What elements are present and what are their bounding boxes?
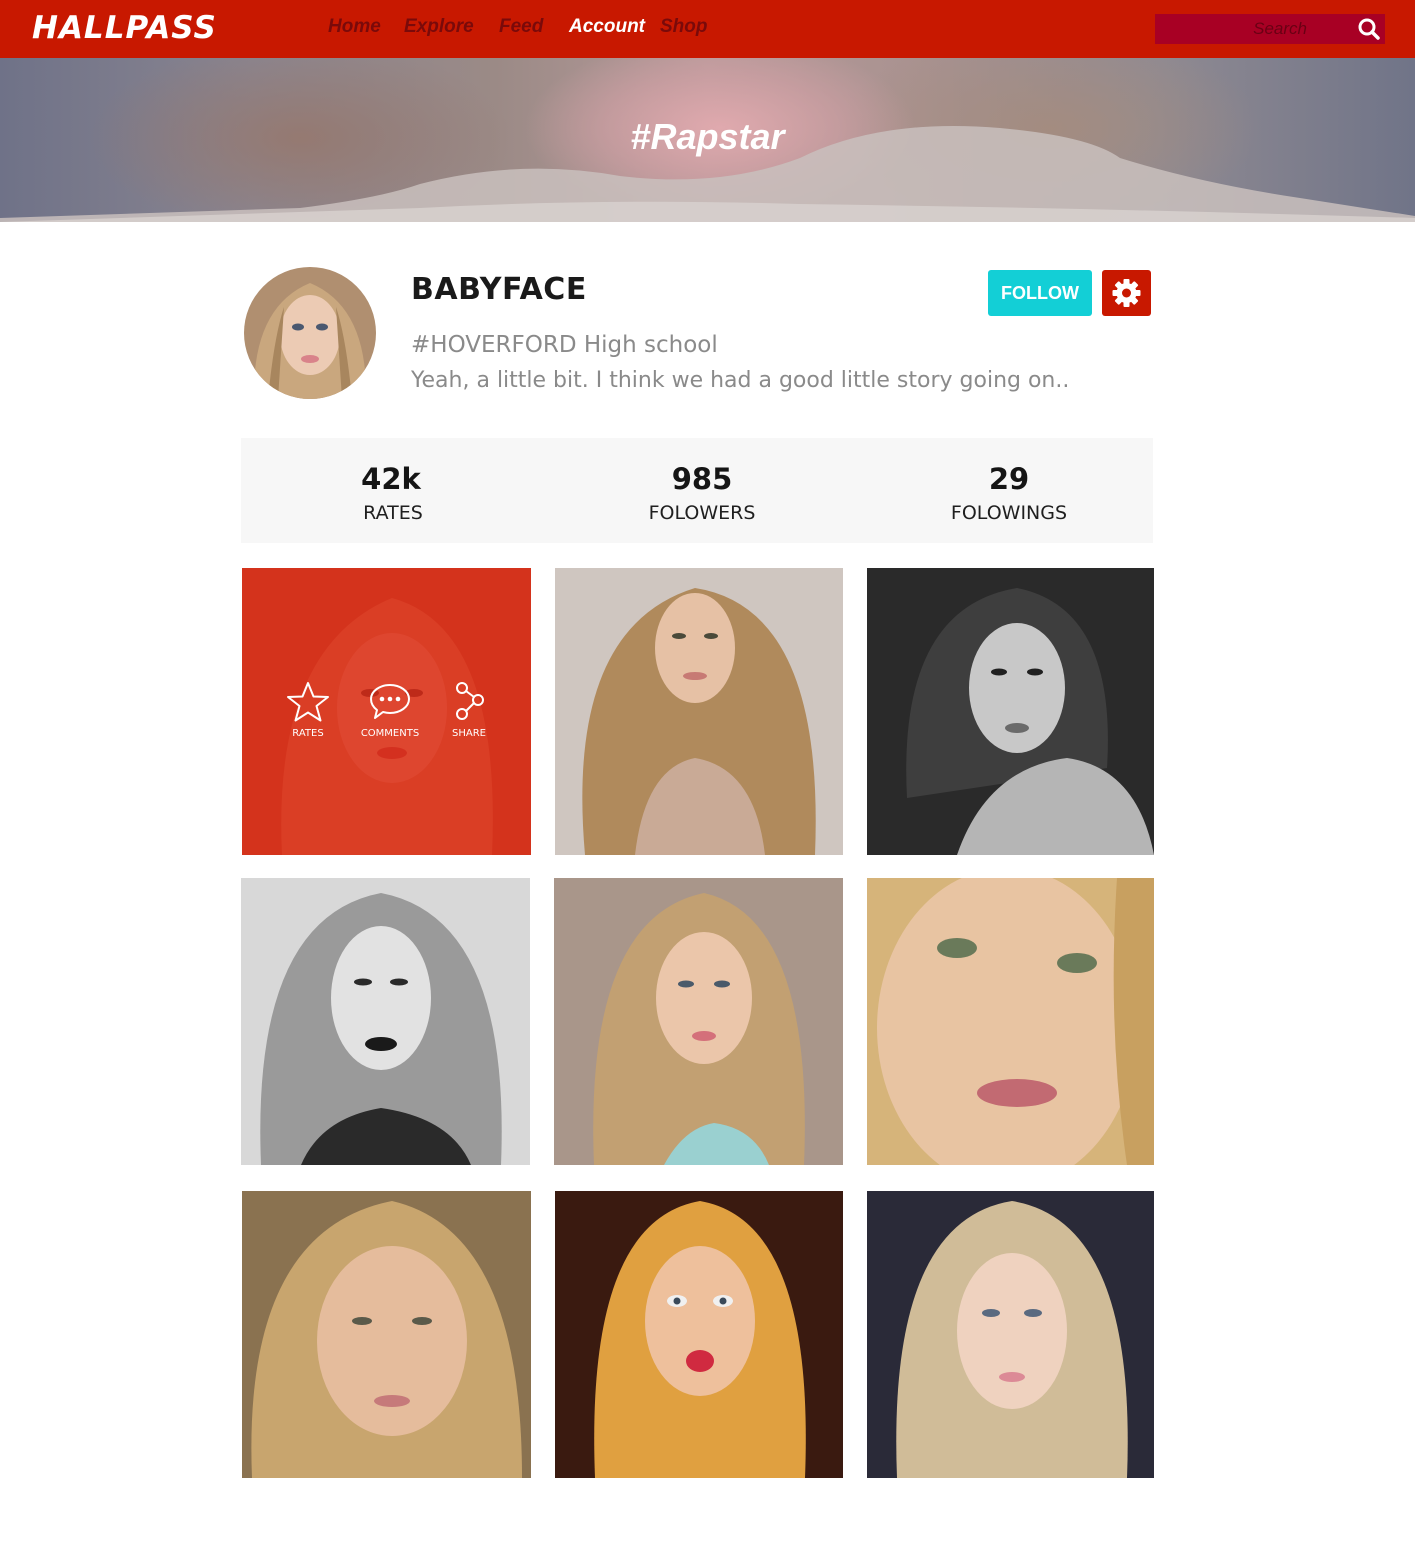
comment-action-label: COMMENTS	[360, 728, 420, 739]
star-icon	[287, 682, 329, 722]
hero-banner: #Rapstar	[0, 58, 1415, 222]
photo-tile[interactable]	[867, 568, 1154, 855]
photo-tile[interactable]	[867, 1191, 1154, 1478]
search-icon[interactable]	[1357, 17, 1381, 41]
photo-image	[867, 1191, 1154, 1478]
photo-image	[867, 878, 1154, 1165]
profile-school: #HOVERFORD High school	[411, 332, 718, 358]
avatar[interactable]	[244, 267, 376, 399]
stat-label: RATES	[363, 502, 423, 524]
profile-bio: Yeah, a little bit. I think we had a goo…	[411, 368, 1070, 393]
photo-tile[interactable]	[554, 878, 843, 1165]
nav-explore[interactable]: Explore	[404, 16, 474, 38]
search-box	[1155, 14, 1385, 44]
follow-button[interactable]: FOLLOW	[988, 270, 1092, 316]
stat-value: 42k	[361, 462, 421, 496]
stat-followers[interactable]: 985 FOLOWERS	[550, 438, 854, 543]
photo-image	[555, 568, 843, 855]
rate-action[interactable]: RATES	[268, 680, 348, 739]
settings-button[interactable]	[1102, 270, 1151, 316]
rate-action-label: RATES	[292, 728, 324, 739]
photo-image	[554, 878, 843, 1165]
stat-followings[interactable]: 29 FOLOWINGS	[857, 438, 1161, 543]
stat-rates[interactable]: 42k RATES	[241, 438, 545, 543]
share-action-label: SHARE	[452, 728, 486, 739]
photo-tile[interactable]: RATES COMMENTS SHARE	[242, 568, 531, 855]
share-icon	[456, 682, 484, 720]
hero-title: #Rapstar	[630, 116, 785, 157]
photo-hover-overlay: RATES COMMENTS SHARE	[242, 568, 531, 855]
gear-icon	[1112, 279, 1141, 307]
nav-shop[interactable]: Shop	[660, 16, 708, 38]
photo-tile[interactable]	[555, 568, 843, 855]
comment-action[interactable]: COMMENTS	[350, 680, 430, 739]
photo-image	[555, 1191, 843, 1478]
stat-label: FOLOWINGS	[950, 502, 1068, 524]
search-input[interactable]	[1155, 14, 1355, 44]
share-action[interactable]: SHARE	[429, 680, 509, 739]
photo-tile[interactable]	[242, 1191, 531, 1478]
photo-tile[interactable]	[867, 878, 1154, 1165]
photo-tile[interactable]	[241, 878, 530, 1165]
profile-username: BABYFACE	[411, 272, 587, 307]
comment-bubble-icon	[370, 684, 410, 719]
photo-image	[867, 568, 1154, 855]
nav-feed[interactable]: Feed	[499, 16, 543, 38]
app-logo[interactable]: HALLPASS	[32, 10, 217, 46]
photo-tile[interactable]	[555, 1191, 843, 1478]
nav-account[interactable]: Account	[569, 16, 645, 38]
stat-value: 985	[671, 462, 733, 496]
top-navbar: HALLPASS Home Explore Feed Account Shop	[0, 0, 1415, 58]
photo-image	[242, 1191, 531, 1478]
stat-label: FOLOWERS	[648, 502, 756, 524]
photo-image	[241, 878, 530, 1165]
profile-stats: 42k RATES 985 FOLOWERS 29 FOLOWINGS	[241, 438, 1153, 543]
nav-home[interactable]: Home	[328, 16, 381, 38]
stat-value: 29	[988, 462, 1030, 496]
